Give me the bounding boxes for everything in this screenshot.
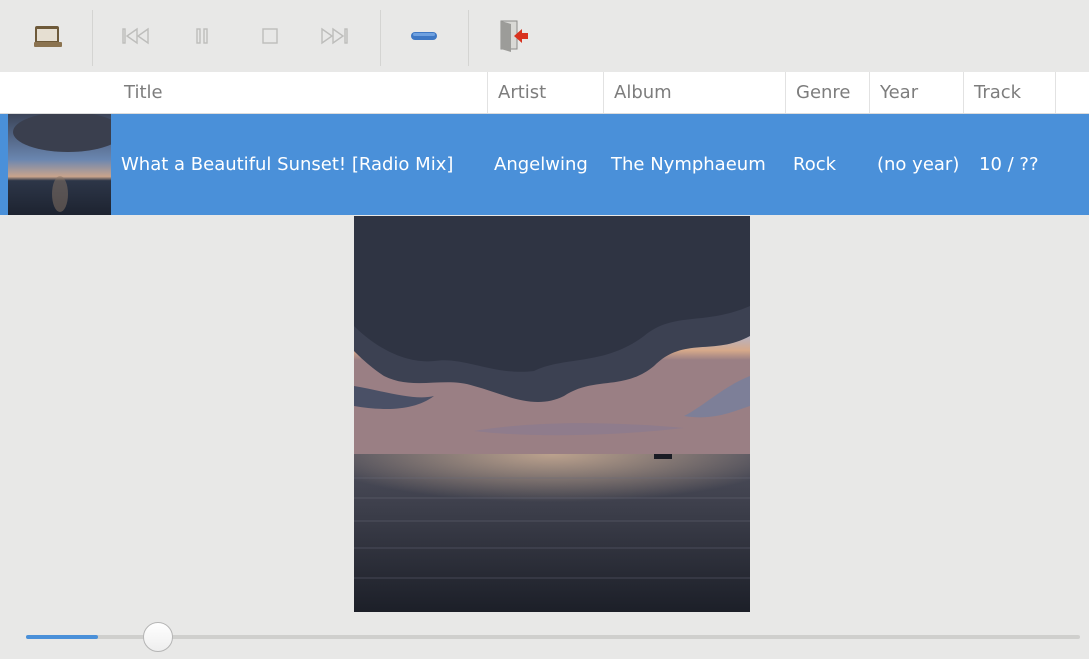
minus-icon bbox=[411, 32, 437, 40]
folder-icon bbox=[34, 26, 62, 47]
row-year: (no year) bbox=[877, 154, 960, 175]
column-title-header[interactable]: Title bbox=[116, 72, 488, 113]
skip-previous-icon bbox=[122, 27, 149, 45]
skip-next-icon bbox=[321, 27, 348, 45]
stop-icon bbox=[262, 28, 278, 44]
column-track-header[interactable]: Track bbox=[966, 72, 1056, 113]
column-artist-header[interactable]: Artist bbox=[490, 72, 604, 113]
column-header: Title Artist Album Genre Year Track bbox=[0, 72, 1089, 114]
previous-button[interactable] bbox=[118, 16, 154, 56]
quit-button[interactable] bbox=[496, 16, 532, 56]
stop-button[interactable] bbox=[252, 16, 288, 56]
pause-icon bbox=[196, 28, 208, 44]
seek-slider[interactable] bbox=[26, 620, 1080, 654]
open-file-button[interactable] bbox=[30, 16, 66, 56]
seek-slider-handle[interactable] bbox=[142, 622, 173, 652]
row-track: 10 / ?? bbox=[979, 154, 1039, 175]
exit-door-icon bbox=[500, 20, 528, 52]
row-album: The Nymphaeum bbox=[611, 154, 766, 175]
album-cover-image bbox=[354, 216, 750, 612]
seek-slider-trough bbox=[26, 635, 1080, 639]
album-art-thumbnail bbox=[8, 114, 111, 215]
column-album-header[interactable]: Album bbox=[606, 72, 786, 113]
column-genre-header[interactable]: Genre bbox=[788, 72, 870, 113]
pause-button[interactable] bbox=[184, 16, 220, 56]
table-row[interactable]: What a Beautiful Sunset! [Radio Mix] Ang… bbox=[0, 114, 1089, 215]
next-button[interactable] bbox=[316, 16, 352, 56]
row-artist: Angelwing bbox=[494, 154, 588, 175]
seek-slider-fill bbox=[26, 635, 98, 639]
column-year-header[interactable]: Year bbox=[872, 72, 964, 113]
row-genre: Rock bbox=[793, 154, 837, 175]
toolbar bbox=[0, 0, 1089, 72]
remove-button[interactable] bbox=[406, 16, 442, 56]
row-title: What a Beautiful Sunset! [Radio Mix] bbox=[121, 154, 454, 175]
